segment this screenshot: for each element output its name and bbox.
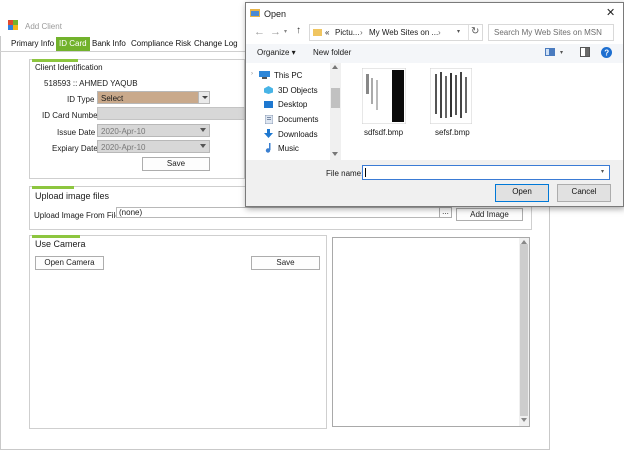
upload-group-title: Upload image files	[35, 191, 110, 201]
3d-objects-icon	[264, 86, 273, 94]
client-line: 518593 :: AHMED YAQUB	[44, 79, 138, 88]
folder-icon	[313, 29, 322, 36]
chevron-down-icon	[200, 144, 206, 148]
nav-item-3d-objects[interactable]: 3D Objects	[278, 86, 318, 95]
group-accent-bar	[32, 186, 74, 189]
nav-item-documents[interactable]: Documents	[278, 115, 318, 124]
cancel-button[interactable]: Cancel	[557, 184, 611, 202]
nav-item-music[interactable]: Music	[278, 144, 299, 153]
image-preview-panel	[332, 237, 530, 427]
forward-arrow-icon[interactable]: →	[270, 26, 281, 38]
expand-chevron-icon[interactable]: ›	[251, 71, 253, 77]
nav-item-downloads[interactable]: Downloads	[278, 130, 318, 139]
group-accent-bar	[32, 59, 78, 62]
tab-compliance-risk[interactable]: Compliance Risk	[128, 37, 194, 51]
scroll-up-icon[interactable]	[332, 65, 338, 69]
chevron-down-icon[interactable]: ▾	[601, 168, 604, 175]
view-dropdown-icon[interactable]: ▾	[560, 49, 563, 56]
command-bar	[246, 44, 623, 63]
breadcrumb-current[interactable]: My Web Sites on ...	[369, 28, 438, 37]
issue-date-label: Issue Date	[57, 128, 96, 137]
issue-date-picker[interactable]: 2020-Apr-10	[97, 124, 210, 137]
chevron-down-icon	[200, 128, 206, 132]
preview-scrollbar[interactable]	[519, 238, 529, 426]
open-button[interactable]: Open	[495, 184, 549, 202]
music-icon	[265, 143, 271, 153]
bmp-thumbnail-icon	[362, 68, 406, 124]
browse-button[interactable]: ...	[439, 207, 452, 218]
tab-id-card[interactable]: ID Card	[56, 37, 90, 51]
close-icon[interactable]: ✕	[606, 6, 615, 19]
upload-from-file-label: Upload Image From File	[34, 211, 120, 220]
scroll-thumb[interactable]	[520, 244, 528, 416]
id-type-dropdown-button[interactable]	[198, 92, 209, 103]
text-caret	[365, 168, 366, 177]
app-icon	[8, 20, 18, 30]
chevron-down-icon	[202, 96, 208, 99]
image-file-path-field[interactable]: (none)	[116, 207, 452, 218]
id-number-field[interactable]	[97, 107, 245, 120]
scroll-down-icon[interactable]	[332, 152, 338, 156]
id-number-label: ID Card Number	[42, 111, 101, 120]
id-type-value: Select	[101, 94, 124, 103]
navigation-scrollbar[interactable]	[330, 63, 341, 160]
identification-group-title: Client Identification	[35, 63, 103, 72]
window-title: Add Client	[25, 22, 62, 31]
bmp-thumbnail-icon	[430, 68, 472, 124]
file-item[interactable]	[430, 68, 472, 124]
desktop-icon	[264, 101, 273, 108]
recent-locations-icon[interactable]: ▾	[284, 28, 287, 35]
open-camera-button[interactable]: Open Camera	[35, 256, 104, 270]
svg-text:?: ?	[604, 49, 609, 58]
this-pc-icon	[259, 71, 270, 79]
new-folder-button[interactable]: New folder	[313, 48, 351, 57]
tab-primary-info[interactable]: Primary Info	[8, 37, 57, 51]
breadcrumb-back[interactable]: «	[325, 28, 329, 37]
preview-pane-icon[interactable]	[580, 47, 590, 57]
issue-date-value: 2020-Apr-10	[101, 127, 146, 136]
id-type-select[interactable]: Select	[97, 91, 210, 104]
tab-bank-info[interactable]: Bank Info	[89, 37, 129, 51]
dialog-title: Open	[264, 9, 287, 19]
refresh-icon[interactable]: ↻	[471, 26, 479, 37]
breadcrumb-separator[interactable]: ›	[360, 28, 363, 37]
view-options-icon[interactable]	[545, 48, 555, 56]
camera-group-title: Use Camera	[35, 239, 86, 249]
nav-item-desktop[interactable]: Desktop	[278, 100, 307, 109]
save-identification-button[interactable]: Save	[142, 157, 210, 171]
nav-item-this-pc[interactable]: This PC	[274, 71, 302, 80]
downloads-icon	[264, 129, 273, 138]
add-image-button[interactable]: Add Image	[456, 208, 523, 221]
expiry-date-label: Expiary Date	[52, 144, 98, 153]
expiry-date-value: 2020-Apr-10	[101, 143, 146, 152]
address-dropdown-icon[interactable]: ▾	[457, 28, 460, 35]
search-placeholder: Search My Web Sites on MSN	[494, 28, 602, 37]
breadcrumb-pictures[interactable]: Pictu...	[335, 28, 359, 37]
id-type-label: ID Type	[67, 95, 95, 104]
file-name-label[interactable]: sdfsdf.bmp	[364, 128, 403, 137]
file-name-label[interactable]: sefsf.bmp	[435, 128, 470, 137]
file-name-field-label: File name:	[326, 169, 364, 178]
file-item[interactable]	[362, 68, 406, 124]
scroll-down-icon[interactable]	[521, 418, 527, 422]
tab-change-log[interactable]: Change Log	[191, 37, 241, 51]
expiry-date-picker[interactable]: 2020-Apr-10	[97, 140, 210, 153]
breadcrumb-separator[interactable]: ›	[438, 28, 441, 37]
organize-menu[interactable]: Organize ▾	[257, 48, 296, 57]
help-icon[interactable]: ?	[601, 47, 612, 58]
file-name-input[interactable]: ▾	[362, 165, 610, 180]
search-box[interactable]: Search My Web Sites on MSN	[488, 24, 614, 41]
back-arrow-icon[interactable]: ←	[254, 26, 265, 38]
documents-icon	[265, 115, 273, 124]
save-camera-button[interactable]: Save	[251, 256, 320, 270]
folder-image-icon	[250, 9, 260, 17]
address-divider	[468, 25, 469, 40]
up-arrow-icon[interactable]: ↑	[296, 25, 301, 36]
scroll-thumb[interactable]	[331, 88, 340, 108]
image-file-path-value: (none)	[119, 208, 143, 217]
group-accent-bar	[32, 235, 80, 238]
